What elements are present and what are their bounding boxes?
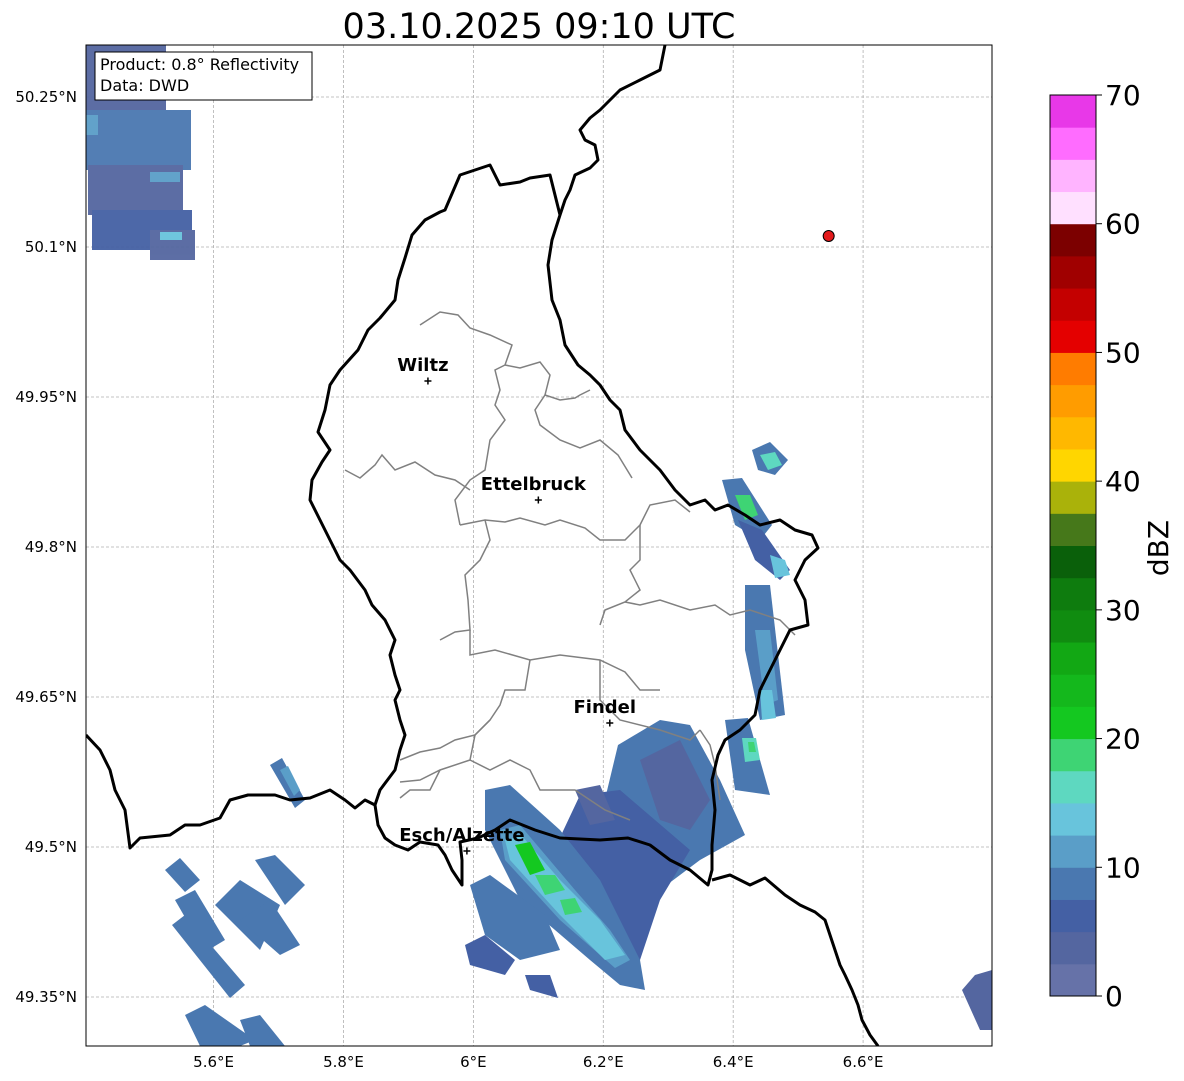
colorbar-tick-label: 60 bbox=[1105, 208, 1141, 241]
colorbar-swatch bbox=[1050, 127, 1096, 160]
colorbar-label: dBZ bbox=[1142, 520, 1175, 576]
colorbar-swatch bbox=[1050, 416, 1096, 450]
city-label: Ettelbruck bbox=[481, 474, 587, 495]
latitude-labels: 50.25°N 50.1°N 49.95°N 49.8°N 49.65°N 49.5°N 4… bbox=[15, 88, 77, 1006]
map-title: 03.10.2025 09:10 UTC bbox=[343, 7, 736, 47]
colorbar-tick-label: 40 bbox=[1105, 465, 1141, 498]
lon-tick-label: 5.8°E bbox=[323, 1053, 364, 1071]
colorbar-swatch bbox=[1050, 384, 1096, 418]
lat-tick-label: 49.65°N bbox=[15, 688, 77, 706]
longitude-labels: 5.6°E 5.8°E 6°E 6.2°E 6.4°E 6.6°E bbox=[193, 1053, 883, 1071]
colorbar-swatch bbox=[1050, 609, 1096, 643]
colorbar-tick-label: 0 bbox=[1105, 980, 1123, 1013]
colorbar-swatch bbox=[1050, 255, 1096, 289]
colorbar-swatch bbox=[1050, 835, 1096, 868]
colorbar-swatch bbox=[1050, 802, 1096, 836]
lat-tick-label: 49.5°N bbox=[25, 838, 77, 856]
colorbar-swatch bbox=[1050, 223, 1096, 257]
colorbar-swatch bbox=[1050, 899, 1096, 933]
colorbar-swatch bbox=[1050, 770, 1096, 804]
colorbar-swatch bbox=[1050, 931, 1096, 965]
info-box: Product: 0.8° Reflectivity Data: DWD bbox=[94, 51, 313, 101]
colorbar-swatch bbox=[1050, 320, 1096, 353]
colorbar-swatch bbox=[1050, 95, 1096, 128]
colorbar-tick-label: 30 bbox=[1105, 594, 1141, 627]
colorbar: 0 10 20 30 40 50 60 70 dBZ bbox=[1049, 79, 1175, 1013]
lat-tick-label: 49.35°N bbox=[15, 988, 77, 1006]
city-label: Wiltz bbox=[397, 355, 448, 376]
colorbar-swatch bbox=[1050, 642, 1096, 675]
colorbar-swatch bbox=[1050, 191, 1096, 225]
city-label: Esch/Alzette bbox=[399, 825, 524, 846]
info-product: Product: 0.8° Reflectivity bbox=[100, 55, 299, 74]
lat-tick-label: 50.25°N bbox=[15, 88, 77, 106]
colorbar-tick-label: 20 bbox=[1105, 723, 1141, 756]
lat-tick-label: 49.95°N bbox=[15, 388, 77, 406]
colorbar-swatch bbox=[1050, 513, 1096, 546]
lon-tick-label: 6.2°E bbox=[583, 1053, 624, 1071]
radar-site-marker bbox=[822, 230, 835, 242]
colorbar-swatch bbox=[1050, 674, 1096, 707]
colorbar-swatch bbox=[1050, 288, 1096, 321]
colorbar-tick-label: 10 bbox=[1105, 851, 1141, 884]
lat-tick-label: 50.1°N bbox=[25, 238, 77, 256]
colorbar-swatch bbox=[1050, 352, 1096, 386]
colorbar-tick-label: 50 bbox=[1105, 336, 1141, 369]
colorbar-swatch bbox=[1050, 706, 1096, 740]
lat-tick-label: 49.8°N bbox=[25, 538, 77, 556]
colorbar-tick-label: 70 bbox=[1105, 79, 1141, 112]
colorbar-ticks: 0 10 20 30 40 50 60 70 bbox=[1096, 79, 1141, 1013]
lon-tick-label: 5.6°E bbox=[193, 1053, 234, 1071]
colorbar-swatch bbox=[1050, 159, 1096, 193]
colorbar-swatch bbox=[1050, 577, 1096, 611]
colorbar-swatch bbox=[1050, 545, 1096, 579]
lon-tick-label: 6.6°E bbox=[843, 1053, 884, 1071]
city-label: Findel bbox=[574, 697, 637, 718]
colorbar-swatch bbox=[1050, 867, 1096, 900]
colorbar-swatch bbox=[1050, 963, 1096, 997]
colorbar-swatch bbox=[1050, 738, 1096, 772]
lon-tick-label: 6°E bbox=[460, 1053, 487, 1071]
info-source: Data: DWD bbox=[100, 76, 189, 95]
colorbar-swatch bbox=[1050, 448, 1096, 482]
lon-tick-label: 6.4°E bbox=[713, 1053, 754, 1071]
radar-map-figure: 03.10.2025 09:10 UTC WiltzEttelbruckFind… bbox=[15, 7, 1175, 1071]
colorbar-swatch bbox=[1050, 481, 1096, 514]
colorbar-swatches bbox=[1050, 95, 1096, 997]
